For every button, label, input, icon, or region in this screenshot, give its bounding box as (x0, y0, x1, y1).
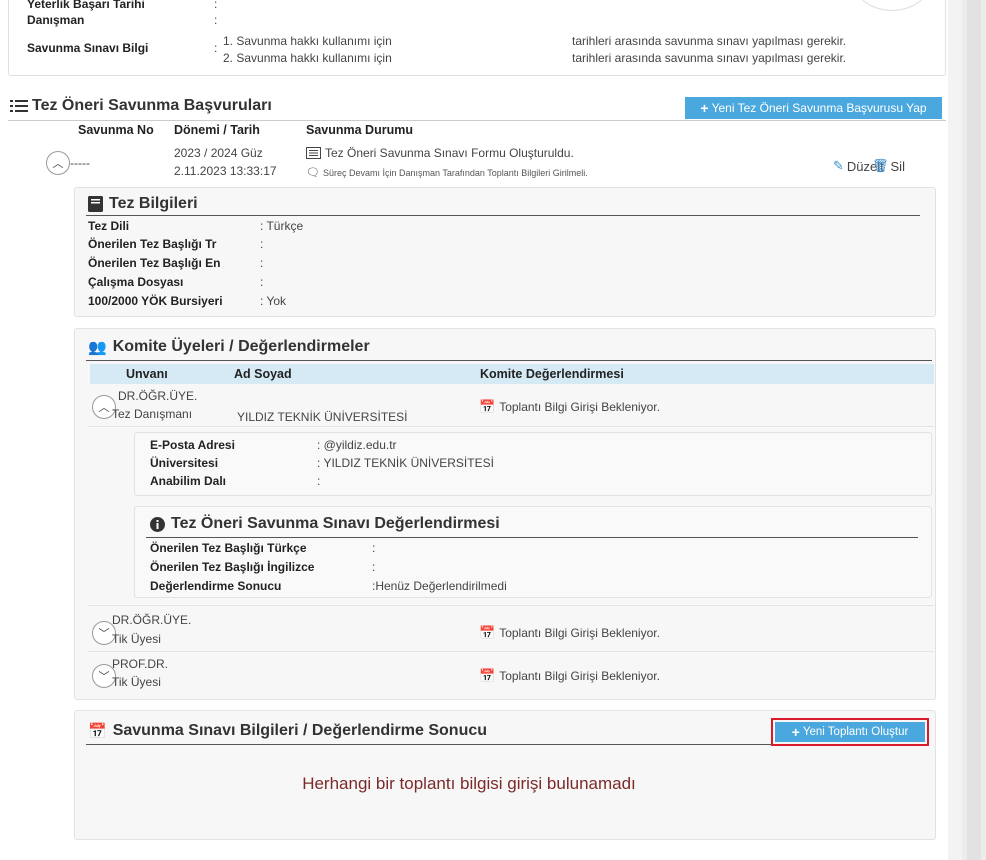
col-ad-soyad: Ad Soyad (234, 367, 292, 381)
department-value: : (317, 474, 321, 488)
member-detail-panel (134, 432, 932, 496)
thesis-field-value: : Türkçe (260, 219, 304, 233)
book-icon (88, 196, 103, 212)
savunma-bilgi-label: Savunma Sınavı Bilgi (27, 41, 149, 55)
row-divider (88, 426, 934, 427)
section-title-text: Tez Öneri Savunma Başvuruları (32, 97, 272, 114)
chevron-up-icon: ︿ (52, 158, 64, 170)
calendar-icon: 📅 (88, 723, 107, 740)
info-line2-end: tarihleri arasında savunma sınavı yapılm… (572, 51, 847, 65)
danisman-colon: : (214, 13, 218, 27)
calendar-icon: 📅 (479, 668, 496, 683)
evaluation-divider (146, 537, 918, 538)
thesis-field-value: : (260, 256, 264, 270)
evaluation-field-value: : (372, 560, 376, 574)
col-savunma-durumu: Savunma Durumu (306, 123, 413, 137)
evaluation-field-label: Önerilen Tez Başlığı İngilizce (150, 560, 315, 574)
scrollbar[interactable] (962, 0, 986, 860)
savunma-bilgi-colon: : (214, 41, 218, 55)
info-line1-end: tarihleri arasında savunma sınavı yapılm… (572, 34, 847, 48)
member-title: DR.ÖĞR.ÜYE. (112, 613, 192, 627)
section-title: Tez Öneri Savunma Başvuruları (10, 97, 272, 115)
university-label: Üniversitesi (150, 456, 219, 470)
new-application-button[interactable]: + Yeni Tez Öneri Savunma Başvurusu Yap (685, 97, 942, 119)
empty-message: Herhangi bir toplantı bilgisi girişi bul… (302, 774, 636, 793)
evaluation-field-value: : (372, 541, 376, 555)
thesis-field-value: : (260, 275, 264, 289)
thesis-field-value: : Yok (260, 294, 287, 308)
danisman-label: Danışman (27, 13, 85, 27)
member-status: 📅 Toplantı Bilgi Girişi Bekleniyor. (479, 668, 660, 683)
chevron-up-icon: ︿ (98, 402, 110, 414)
committee-title: 👥 Komite Üyeleri / Değerlendirmeler (88, 338, 370, 356)
chevron-down-icon: ﹀ (98, 671, 110, 683)
member-university: YILDIZ TEKNİK ÜNİVERSİTESİ (237, 410, 408, 424)
member-title: DR.ÖĞR.ÜYE. (118, 389, 198, 403)
row-divider (88, 651, 934, 652)
thesis-divider (86, 215, 920, 216)
thesis-field-value: : (260, 237, 264, 251)
evaluation-field-label: Değerlendirme Sonucu (150, 579, 282, 593)
thesis-field-label: Önerilen Tez Başlığı Tr (88, 237, 217, 251)
member-status: 📅 Toplantı Bilgi Girişi Bekleniyor. (479, 625, 660, 640)
chevron-down-icon: ﹀ (98, 628, 110, 640)
status-sub: 🗨 Süreç Devamı İçin Danışman Tarafından … (306, 167, 588, 179)
section-divider (8, 120, 946, 121)
application-number: ----- (70, 156, 90, 170)
list-icon (10, 100, 28, 112)
col-donem-tarih: Dönemi / Tarih (174, 123, 260, 137)
collapse-toggle[interactable]: ︿ (46, 151, 70, 175)
thesis-field-label: Önerilen Tez Başlığı En (88, 256, 221, 270)
university-value: : YILDIZ TEKNİK ÜNİVERSİTESİ (317, 456, 494, 470)
info-line1-start: 1. Savunma hakkı kullanımı için (223, 34, 392, 48)
application-date: 2.11.2023 13:33:17 (174, 164, 277, 178)
status-main: Tez Öneri Savunma Sınavı Formu Oluşturul… (306, 146, 574, 160)
edit-icon: ✎ (833, 158, 844, 173)
col-unvan: Unvanı (126, 367, 168, 381)
info-icon (150, 516, 165, 532)
evaluation-field-value: :Henüz Değerlendirilmedi (372, 579, 507, 593)
users-icon: 👥 (88, 339, 107, 356)
col-komite-degerlendirmesi: Komite Değerlendirmesi (480, 367, 624, 381)
thesis-field-label: Çalışma Dosyası (88, 275, 184, 289)
thesis-field-label: Tez Dili (88, 219, 130, 233)
department-label: Anabilim Dalı (150, 474, 227, 488)
highlight-frame (771, 718, 929, 746)
committee-divider (86, 360, 932, 361)
application-term: 2023 / 2024 Güz (174, 146, 263, 160)
yeterlik-label: Yeterlik Başarı Tarihi (27, 0, 145, 11)
evaluation-title: Tez Öneri Savunma Sınavı Değerlendirmesi (150, 515, 500, 533)
meeting-title: 📅 Savunma Sınavı Bilgileri / Değerlendir… (88, 722, 488, 740)
col-savunma-no: Savunma No (78, 123, 154, 137)
member-title: PROF.DR. (112, 657, 169, 671)
thesis-field-label: 100/2000 YÖK Bursiyeri (88, 294, 223, 308)
member-status: 📅 Toplantı Bilgi Girişi Bekleniyor. (479, 399, 660, 414)
avatar (849, 0, 935, 11)
page: Yeterlik Başarı Tarihi : Danışman : Savu… (0, 0, 948, 860)
plus-icon: + (700, 100, 709, 116)
row-divider (88, 605, 934, 606)
new-application-label: Yeni Tez Öneri Savunma Başvurusu Yap (711, 101, 927, 115)
email-value: : @yildiz.edu.tr (317, 438, 397, 452)
email-label: E-Posta Adresi (150, 438, 235, 452)
form-icon (306, 147, 321, 159)
calendar-icon: 📅 (479, 399, 496, 414)
committee-table-header: Unvanı Ad Soyad Komite Değerlendirmesi (90, 364, 934, 384)
thesis-info-title: Tez Bilgileri (88, 195, 198, 213)
comment-icon: 🗨 (306, 167, 320, 179)
member-role: Tez Danışmanı (112, 407, 193, 421)
calendar-icon: 📅 (479, 625, 496, 640)
yeterlik-colon: : (214, 0, 218, 11)
trash-icon: 🗑 (872, 158, 889, 173)
scrollbar-track[interactable] (967, 0, 981, 860)
student-info-card: Yeterlik Başarı Tarihi : Danışman : Savu… (8, 0, 946, 76)
member-role: Tik Üyesi (112, 632, 161, 646)
evaluation-field-label: Önerilen Tez Başlığı Türkçe (150, 541, 307, 555)
info-line2-start: 2. Savunma hakkı kullanımı için (223, 51, 392, 65)
member-role: Tik Üyesi (112, 675, 161, 689)
delete-button[interactable]: 🗑 Sil (872, 158, 905, 174)
